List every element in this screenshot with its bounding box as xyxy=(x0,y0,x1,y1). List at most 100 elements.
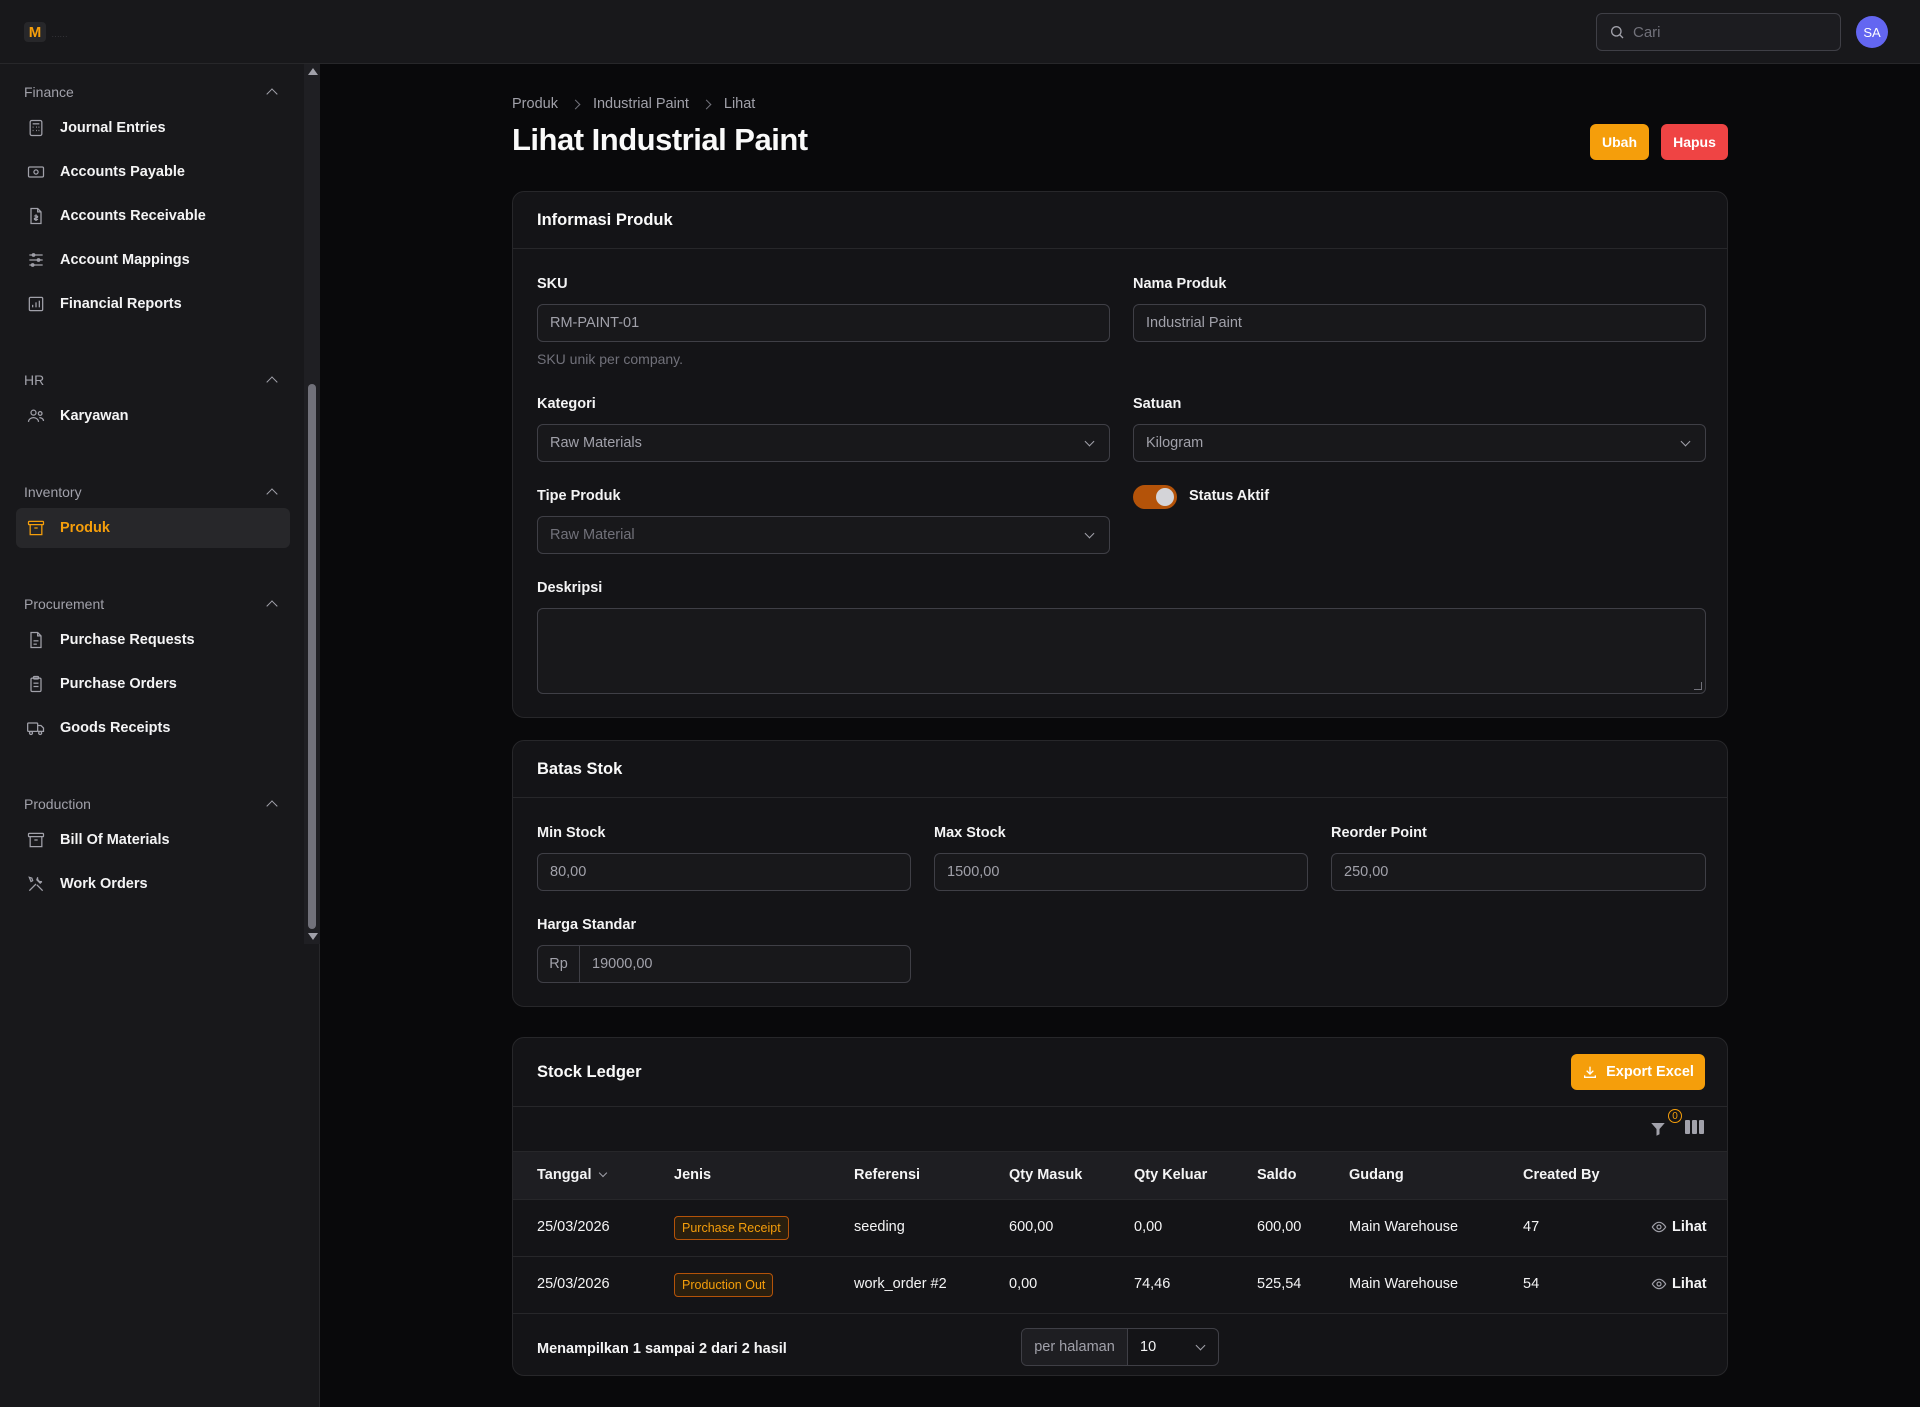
table-toolbar: 0 xyxy=(513,1106,1727,1152)
chevron-up-icon xyxy=(266,800,278,812)
sidebar-item-label: Financial Reports xyxy=(60,296,182,312)
column-header-balance[interactable]: Saldo xyxy=(1257,1167,1296,1183)
view-label: Lihat xyxy=(1672,1276,1707,1292)
sidebar-item-label: Bill Of Materials xyxy=(60,832,170,848)
sidebar-group-toggle[interactable]: Production xyxy=(16,792,290,816)
columns-icon[interactable] xyxy=(1685,1120,1705,1138)
sidebar-scrollbar[interactable] xyxy=(304,64,320,944)
sidebar-item-label: Account Mappings xyxy=(60,252,190,268)
breadcrumb-item[interactable]: Produk xyxy=(512,96,558,112)
product-type-select[interactable]: Raw Material xyxy=(537,516,1110,554)
column-header-warehouse[interactable]: Gudang xyxy=(1349,1167,1404,1183)
column-header-created-by[interactable]: Created By xyxy=(1523,1167,1600,1183)
stock-limits-card: Batas Stok Min Stock 80,00 Max Stock 150… xyxy=(512,740,1728,1007)
delete-button[interactable]: Hapus xyxy=(1661,124,1728,160)
sidebar-item-label: Goods Receipts xyxy=(60,720,171,736)
cell-reference: work_order #2 xyxy=(854,1276,947,1292)
status-toggle[interactable] xyxy=(1133,485,1177,509)
filter-icon[interactable] xyxy=(1649,1120,1667,1138)
column-header-date[interactable]: Tanggal xyxy=(537,1167,607,1183)
sidebar-item-produk[interactable]: Produk xyxy=(16,508,290,548)
per-page-label: per halaman xyxy=(1022,1329,1128,1365)
sidebar-item-work-orders[interactable]: Work Orders xyxy=(16,864,290,904)
unit-select[interactable]: Kilogram xyxy=(1133,424,1706,462)
column-header-type[interactable]: Jenis xyxy=(674,1167,711,1183)
sidebar-item-label: Work Orders xyxy=(60,876,148,892)
min-stock-field[interactable]: 80,00 xyxy=(537,853,911,891)
table-row: 25/03/2026 Production Out work_order #2 … xyxy=(513,1257,1727,1314)
chevron-down-icon xyxy=(1084,528,1095,539)
max-stock-value: 1500,00 xyxy=(947,864,1000,880)
sidebar-item-label: Produk xyxy=(60,520,110,536)
view-link[interactable]: Lihat xyxy=(1651,1219,1707,1235)
table-row: 25/03/2026 Purchase Receipt seeding 600,… xyxy=(513,1200,1727,1257)
category-select[interactable]: Raw Materials xyxy=(537,424,1110,462)
page-title: Lihat Industrial Paint xyxy=(512,122,808,157)
breadcrumb-item[interactable]: Industrial Paint xyxy=(593,96,689,112)
column-header-reference[interactable]: Referensi xyxy=(854,1167,920,1183)
users-icon xyxy=(26,406,46,426)
standard-price-label: Harga Standar xyxy=(537,917,637,933)
sku-value: RM-PAINT-01 xyxy=(550,315,640,331)
sidebar-group-toggle[interactable]: Procurement xyxy=(16,592,290,616)
scroll-up-arrow-icon[interactable] xyxy=(308,68,318,75)
per-page-value-wrap[interactable]: 10 xyxy=(1128,1329,1218,1365)
search-icon xyxy=(1611,26,1624,39)
column-header-qty-in[interactable]: Qty Masuk xyxy=(1009,1167,1082,1183)
resize-handle-icon[interactable] xyxy=(1694,682,1702,690)
sidebar-item-goods-receipts[interactable]: Goods Receipts xyxy=(16,708,290,748)
scrollbar-thumb[interactable] xyxy=(308,384,316,929)
sidebar-item-label: Purchase Requests xyxy=(60,632,195,648)
sidebar-item-account-mappings[interactable]: Account Mappings xyxy=(16,240,290,280)
view-link[interactable]: Lihat xyxy=(1651,1276,1707,1292)
export-excel-button[interactable]: Export Excel xyxy=(1571,1054,1705,1090)
sidebar-item-karyawan[interactable]: Karyawan xyxy=(16,396,290,436)
sidebar-item-purchase-requests[interactable]: Purchase Requests xyxy=(16,620,290,660)
product-type-label: Tipe Produk xyxy=(537,488,621,504)
eye-icon xyxy=(1651,1278,1667,1290)
sidebar: Finance Journal Entries Accounts Payable… xyxy=(0,64,320,1407)
column-header-qty-out[interactable]: Qty Keluar xyxy=(1134,1167,1207,1183)
sidebar-item-accounts-payable[interactable]: Accounts Payable xyxy=(16,152,290,192)
sidebar-item-financial-reports[interactable]: Financial Reports xyxy=(16,284,290,324)
cell-qty-out: 74,46 xyxy=(1134,1276,1171,1292)
sidebar-item-journal-entries[interactable]: Journal Entries xyxy=(16,108,290,148)
chart-bar-icon xyxy=(26,294,46,314)
sidebar-group-toggle[interactable]: HR xyxy=(16,368,290,392)
sidebar-item-bill-of-materials[interactable]: Bill Of Materials xyxy=(16,820,290,860)
archive-box-icon xyxy=(26,518,46,538)
archive-box-icon xyxy=(26,830,46,850)
max-stock-field[interactable]: 1500,00 xyxy=(934,853,1308,891)
cell-date: 25/03/2026 xyxy=(537,1276,610,1292)
per-page-select[interactable]: per halaman 10 xyxy=(1021,1328,1219,1366)
chevron-up-icon xyxy=(266,376,278,388)
search-box[interactable] xyxy=(1596,13,1841,51)
chevron-down-icon xyxy=(1195,1340,1206,1351)
edit-button[interactable]: Ubah xyxy=(1590,124,1649,160)
sidebar-item-label: Journal Entries xyxy=(60,120,166,136)
sidebar-group-title: Procurement xyxy=(24,596,105,612)
type-badge: Purchase Receipt xyxy=(674,1216,789,1240)
search-input[interactable] xyxy=(1633,23,1813,41)
document-text-icon xyxy=(26,630,46,650)
reorder-point-value: 250,00 xyxy=(1344,864,1389,880)
sidebar-item-accounts-receivable[interactable]: Accounts Receivable xyxy=(16,196,290,236)
avatar[interactable]: SA xyxy=(1856,16,1888,48)
sidebar-group-toggle[interactable]: Finance xyxy=(16,80,290,104)
sidebar-group-toggle[interactable]: Inventory xyxy=(16,480,290,504)
export-label: Export Excel xyxy=(1606,1064,1694,1080)
sku-hint: SKU unik per company. xyxy=(537,351,684,367)
breadcrumb-item: Lihat xyxy=(723,96,756,112)
scroll-down-arrow-icon[interactable] xyxy=(308,933,318,940)
description-textarea[interactable] xyxy=(537,608,1706,694)
sidebar-item-purchase-orders[interactable]: Purchase Orders xyxy=(16,664,290,704)
status-label: Status Aktif xyxy=(1189,488,1270,504)
app-logo[interactable]: M ...... xyxy=(24,22,68,42)
unit-value: Kilogram xyxy=(1146,435,1204,451)
product-name-field[interactable]: Industrial Paint xyxy=(1133,304,1706,342)
chevron-right-icon xyxy=(701,99,712,109)
reorder-point-field[interactable]: 250,00 xyxy=(1331,853,1706,891)
name-label: Nama Produk xyxy=(1133,276,1227,292)
sku-field[interactable]: RM-PAINT-01 xyxy=(537,304,1110,342)
standard-price-field[interactable]: Rp 19000,00 xyxy=(537,945,911,983)
